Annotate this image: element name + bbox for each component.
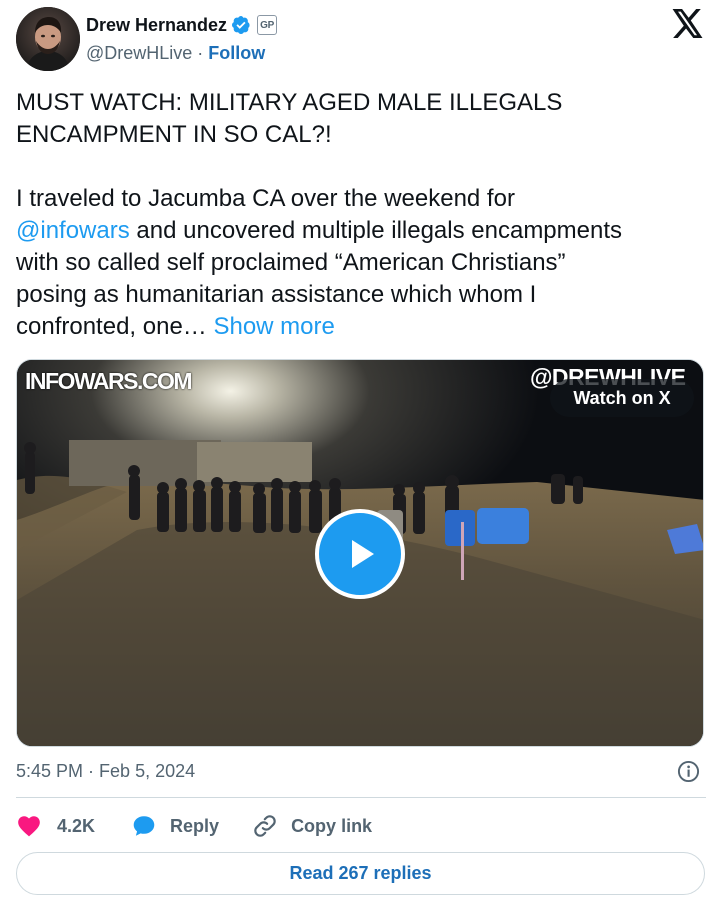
action-bar: 4.2K Reply Copy link: [16, 812, 372, 840]
tweet-line: posing as humanitarian assistance which …: [16, 281, 537, 308]
avatar-image: [16, 7, 80, 71]
tweet-time: 5:45 PM: [16, 760, 84, 781]
tweet-line-text: confronted, one…: [16, 313, 207, 340]
x-logo-icon[interactable]: [672, 9, 704, 38]
link-icon: [254, 815, 276, 837]
video-thumbnail[interactable]: INFOWARS.COM @DREWHLIVE Watch on X: [16, 359, 704, 747]
play-button[interactable]: [315, 509, 405, 599]
author-name-row: Drew Hernandez GP: [86, 13, 278, 37]
mention-link[interactable]: @infowars: [16, 217, 130, 244]
info-icon[interactable]: [677, 760, 700, 783]
follow-button[interactable]: Follow: [208, 43, 265, 64]
timestamp-link[interactable]: 5:45 PM · Feb 5, 2024: [16, 759, 195, 783]
watch-on-x-button[interactable]: Watch on X: [550, 379, 694, 417]
author-handle-row: @DrewHLive · Follow: [86, 41, 265, 65]
tweet-text: MUST WATCH: MILITARY AGED MALE ILLEGALS …: [16, 87, 706, 343]
author-name[interactable]: Drew Hernandez: [86, 15, 227, 36]
handle-separator: ·: [197, 42, 204, 63]
heart-icon: [18, 816, 40, 837]
copy-link-label: Copy link: [291, 815, 373, 836]
tweet-line: ENCAMPMENT IN SO CAL?!: [16, 121, 332, 148]
reply-label: Reply: [170, 815, 220, 836]
tweet-line-text: and uncovered multiple illegals encampme…: [136, 217, 623, 244]
tweet-line: with so called self proclaimed “American…: [16, 249, 566, 276]
show-more-link[interactable]: Show more: [213, 313, 334, 340]
tweet-embed-card: Drew Hernandez GP @DrewHLive · Follow MU…: [0, 0, 726, 919]
avatar[interactable]: [16, 7, 80, 71]
tweet-line: [16, 151, 706, 183]
tweet-line: I traveled to Jacumba CA over the weeken…: [16, 185, 515, 212]
tweet-line-with-mention: @infowars and uncovered multiple illegal…: [16, 215, 706, 247]
tweet-date: Feb 5, 2024: [99, 760, 196, 781]
tweet-line-with-show-more: confronted, one… Show more: [16, 311, 706, 343]
tweet-line: MUST WATCH: MILITARY AGED MALE ILLEGALS: [16, 89, 563, 116]
verified-badge-icon: [232, 16, 250, 34]
affiliate-badge: GP: [257, 15, 278, 35]
infowars-watermark: INFOWARS.COM: [25, 368, 193, 394]
read-replies-button[interactable]: Read 267 replies: [16, 852, 705, 895]
copy-link-button[interactable]: Copy link: [252, 813, 372, 839]
like-button[interactable]: 4.2K: [16, 813, 95, 839]
like-count: 4.2K: [57, 815, 96, 836]
reply-button[interactable]: Reply: [131, 813, 219, 839]
author-handle[interactable]: @DrewHLive: [86, 43, 192, 64]
divider: [16, 797, 706, 798]
reply-bubble-icon: [133, 816, 155, 836]
play-icon: [352, 540, 374, 568]
time-separator: ·: [88, 760, 95, 781]
